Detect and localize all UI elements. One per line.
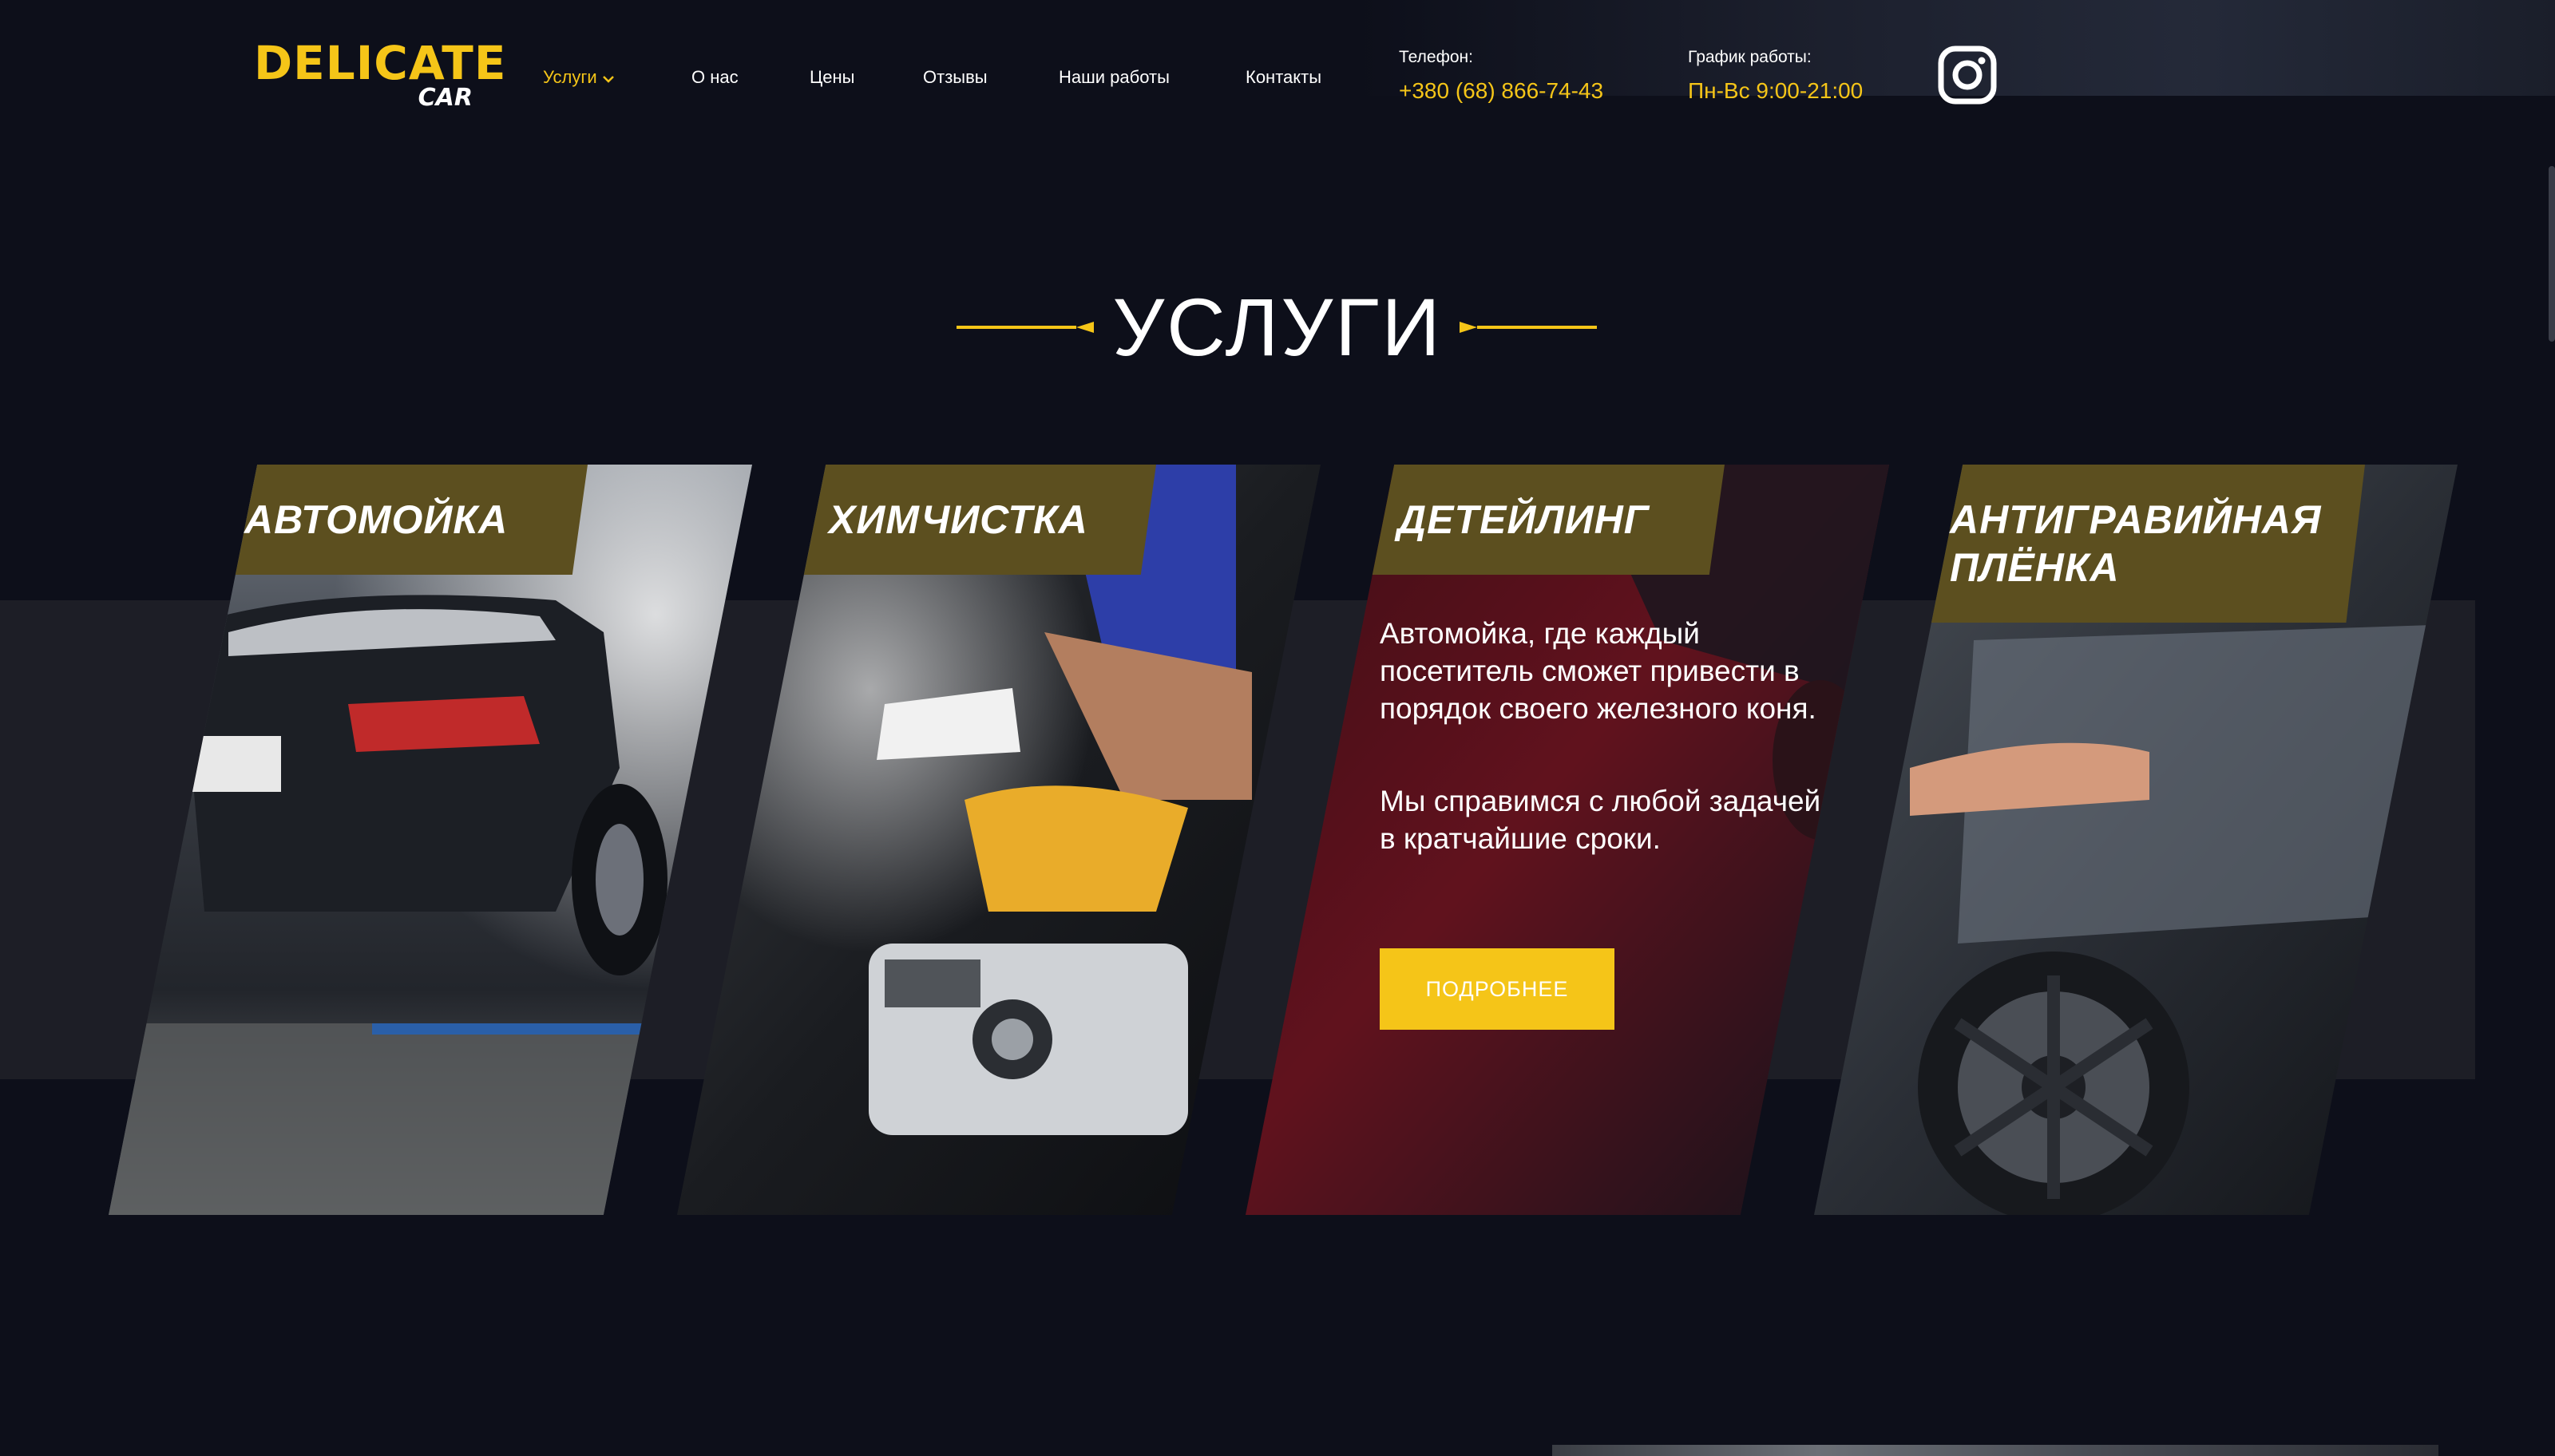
card-title-line2: ПЛЁНКА — [1950, 545, 2120, 590]
card-title-text: ХИМЧИСТКА — [829, 497, 1088, 542]
card-description-secondary: Мы справимся с любой задачей в кратчайши… — [1380, 785, 1821, 855]
card-title-text: ДЕТЕЙЛИНГ — [1397, 497, 1650, 542]
card-description: Автомойка, где каждый посетитель сможет … — [1380, 617, 1816, 725]
card-title-dry-cleaning: ХИМЧИСТКА — [773, 465, 1156, 575]
card-title-line1: АНТИГРАВИЙНАЯ — [1950, 497, 2322, 542]
interior-cleaning-photo — [677, 465, 1321, 1215]
card-title-detailing: ДЕТЕЙЛИНГ — [1341, 465, 1725, 575]
service-card-car-wash[interactable]: АВТОМОЙКА — [109, 465, 752, 1215]
card-title-car-wash: АВТОМОЙКА — [204, 465, 588, 575]
more-button[interactable]: ПОДРОБНЕЕ — [1380, 948, 1614, 1030]
service-card-detailing[interactable]: ДЕТЕЙЛИНГ Автомойка, где каждый посетите… — [1246, 465, 1889, 1215]
car-wash-photo — [109, 465, 752, 1215]
service-card-protective-film[interactable]: АНТИГРАВИЙНАЯ ПЛЁНКА — [1814, 465, 2458, 1215]
services-cards: АВТОМОЙКА ХИМЧИСТКА ДЕТЕЙЛИНГ Автомойка,… — [0, 0, 2555, 1456]
scrollbar[interactable] — [2549, 166, 2555, 342]
card-title-protective-film: АНТИГРАВИЙНАЯ ПЛЁНКА — [1894, 465, 2365, 623]
next-section-photo — [1552, 1445, 2438, 1456]
card-title-text: АВТОМОЙКА — [244, 497, 509, 542]
service-card-dry-cleaning[interactable]: ХИМЧИСТКА — [677, 465, 1321, 1215]
card-title-text-block: АНТИГРАВИЙНАЯ ПЛЁНКА — [1950, 496, 2321, 592]
